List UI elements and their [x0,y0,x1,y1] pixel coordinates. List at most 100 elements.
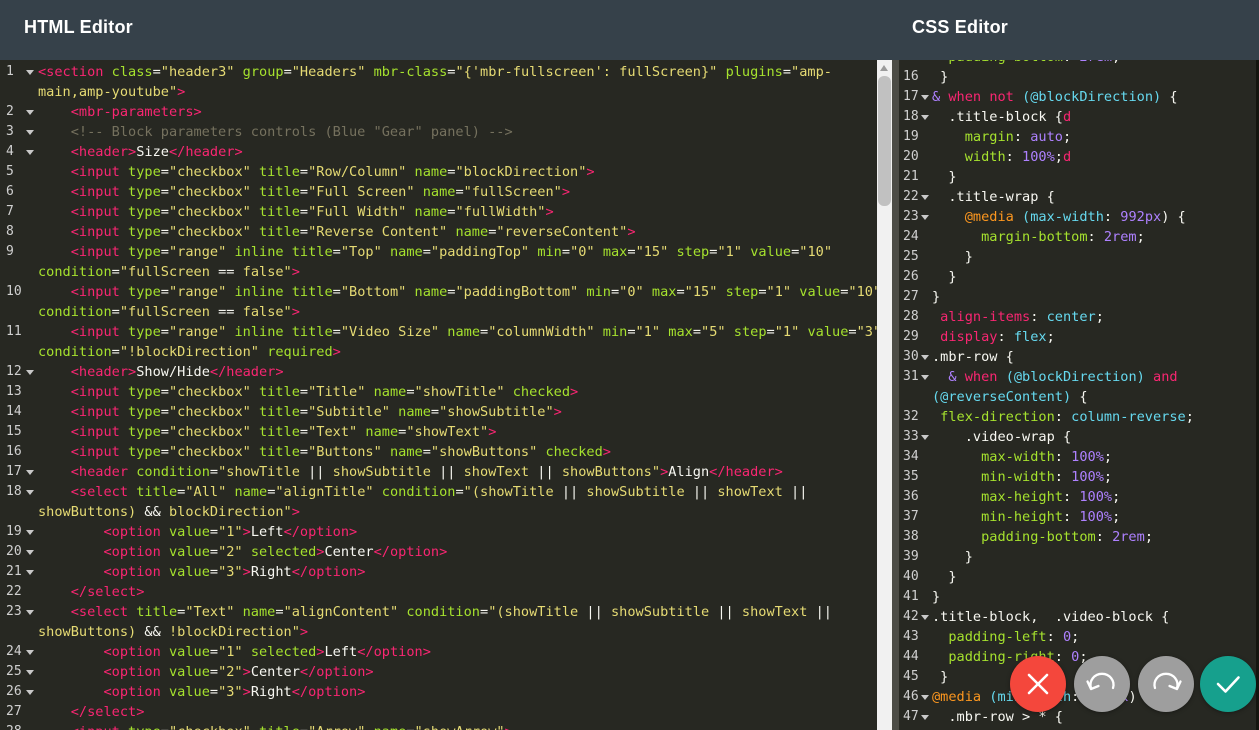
code-line[interactable]: 27 </select> [0,702,877,722]
fold-arrow-icon[interactable] [26,550,34,555]
code-line[interactable]: 17 <header condition="showTitle || showS… [0,462,877,482]
apply-button[interactable] [1200,656,1256,712]
code-line[interactable]: 32 flex-direction: column-reverse; [899,407,1256,427]
code-line[interactable]: 19 <option value="1">Left</option> [0,522,877,542]
code-line[interactable]: 21 <option value="3">Right</option> [0,562,877,582]
fold-arrow-icon[interactable] [921,615,929,620]
code-line[interactable]: 33 .video-wrap { [899,427,1256,447]
code-line[interactable]: 8 <input type="checkbox" title="Reverse … [0,222,877,242]
code-line[interactable]: 20 <option value="2" selected>Center</op… [0,542,877,562]
html-code-area[interactable]: 1<section class="header3" group="Headers… [0,62,877,730]
fold-arrow-icon[interactable] [26,130,34,135]
code-line[interactable]: 14 <input type="checkbox" title="Subtitl… [0,402,877,422]
code-line[interactable]: 25 <option value="2">Center</option> [0,662,877,682]
code-line[interactable]: showButtons) && blockDirection"> [0,502,877,522]
fold-arrow-icon[interactable] [26,370,34,375]
code-line[interactable]: 41} [899,587,1256,607]
code-line[interactable]: 11 <input type="range" inline title="Vid… [0,322,877,342]
code-line[interactable]: 38 padding-bottom: 2rem; [899,527,1256,547]
code-line[interactable]: 22 </select> [0,582,877,602]
code-line[interactable]: 40 } [899,567,1256,587]
code-line[interactable]: 24 margin-bottom: 2rem; [899,227,1256,247]
code-line[interactable]: 26 } [899,267,1256,287]
code-line[interactable]: showButtons) && !blockDirection"> [0,622,877,642]
code-line[interactable]: condition="fullScreen == false"> [0,302,877,322]
code-line[interactable]: 36 max-height: 100%; [899,487,1256,507]
fold-arrow-icon[interactable] [921,95,929,100]
code-line[interactable]: 37 min-height: 100%; [899,507,1256,527]
html-editor-scrollbar[interactable] [877,60,892,730]
code-line[interactable]: 34 max-width: 100%; [899,447,1256,467]
code-line[interactable]: main,amp-youtube"> [0,82,877,102]
fold-arrow-icon[interactable] [26,690,34,695]
code-line[interactable]: 39 } [899,547,1256,567]
code-line[interactable]: 29 display: flex; [899,327,1256,347]
code-line[interactable]: 13 <input type="checkbox" title="Title" … [0,382,877,402]
fold-arrow-icon[interactable] [921,115,929,120]
fold-arrow-icon[interactable] [26,530,34,535]
code-line[interactable]: 27} [899,287,1256,307]
code-line[interactable]: 5 <input type="checkbox" title="Row/Colu… [0,162,877,182]
code-line[interactable]: 7 <input type="checkbox" title="Full Wid… [0,202,877,222]
scrollbar-thumb[interactable] [878,76,891,206]
code-line[interactable]: 1<section class="header3" group="Headers… [0,62,877,82]
fold-arrow-icon[interactable] [921,715,929,720]
code-line[interactable]: 12 <header>Show/Hide</header> [0,362,877,382]
fold-arrow-icon[interactable] [26,490,34,495]
fold-arrow-icon[interactable] [26,70,34,75]
code-line[interactable]: 15 <input type="checkbox" title="Text" n… [0,422,877,442]
css-code-area[interactable]: padding-bottom: 2rem;16 }17& when not (@… [899,60,1256,730]
fold-arrow-icon[interactable] [921,695,929,700]
code-line[interactable]: 42.title-block, .video-block { [899,607,1256,627]
code-line[interactable]: 20 width: 100%;d [899,147,1256,167]
discard-button[interactable] [1010,656,1066,712]
code-line[interactable]: 10 <input type="range" inline title="Bot… [0,282,877,302]
fold-arrow-icon[interactable] [921,215,929,220]
css-editor-panel[interactable]: padding-bottom: 2rem;16 }17& when not (@… [899,60,1256,730]
fold-arrow-icon[interactable] [26,570,34,575]
html-editor-panel[interactable]: 1<section class="header3" group="Headers… [0,60,877,730]
code-token: 992px [1120,209,1161,225]
code-line[interactable]: 9 <input type="range" inline title="Top"… [0,242,877,262]
fold-arrow-icon[interactable] [26,470,34,475]
code-line[interactable]: 30.mbr-row { [899,347,1256,367]
code-line[interactable]: 21 } [899,167,1256,187]
code-line[interactable]: 43 padding-left: 0; [899,627,1256,647]
code-line[interactable]: condition="fullScreen == false"> [0,262,877,282]
code-line[interactable]: 18 <select title="All" name="alignTitle"… [0,482,877,502]
code-line[interactable]: 2 <mbr-parameters> [0,102,877,122]
code-line[interactable]: 17& when not (@blockDirection) { [899,87,1256,107]
code-line[interactable]: 6 <input type="checkbox" title="Full Scr… [0,182,877,202]
code-line[interactable]: condition="!blockDirection" required> [0,342,877,362]
code-line[interactable]: 23 @media (max-width: 992px) { [899,207,1256,227]
fold-arrow-icon[interactable] [921,195,929,200]
code-line[interactable]: 3 <!-- Block parameters controls (Blue "… [0,122,877,142]
code-line[interactable]: 35 min-width: 100%; [899,467,1256,487]
fold-arrow-icon[interactable] [26,150,34,155]
fold-arrow-icon[interactable] [921,375,929,380]
code-line[interactable]: 24 <option value="1" selected>Left</opti… [0,642,877,662]
fold-arrow-icon[interactable] [921,355,929,360]
code-line[interactable]: 28 align-items: center; [899,307,1256,327]
code-line[interactable]: 19 margin: auto; [899,127,1256,147]
scroll-up-arrow-icon[interactable] [880,65,888,71]
code-line[interactable]: 18 .title-block {d [899,107,1256,127]
code-line[interactable]: 23 <select title="Text" name="alignConte… [0,602,877,622]
code-line[interactable]: 31 & when (@blockDirection) and [899,367,1256,387]
undo-button[interactable] [1074,656,1130,712]
fold-arrow-icon[interactable] [26,670,34,675]
redo-button[interactable] [1138,656,1194,712]
code-line[interactable]: 16 <input type="checkbox" title="Buttons… [0,442,877,462]
fold-arrow-icon[interactable] [26,650,34,655]
code-line[interactable]: 16 } [899,67,1256,87]
code-line[interactable]: 4 <header>Size</header> [0,142,877,162]
code-line[interactable]: 28 <input type="checkbox" title="Arrow" … [0,722,877,730]
code-line[interactable]: padding-bottom: 2rem; [899,60,1256,67]
fold-arrow-icon[interactable] [26,610,34,615]
code-line[interactable]: 26 <option value="3">Right</option> [0,682,877,702]
code-line[interactable]: 25 } [899,247,1256,267]
fold-arrow-icon[interactable] [921,435,929,440]
code-line[interactable]: 22 .title-wrap { [899,187,1256,207]
code-line[interactable]: (@reverseContent) { [899,387,1256,407]
fold-arrow-icon[interactable] [26,110,34,115]
